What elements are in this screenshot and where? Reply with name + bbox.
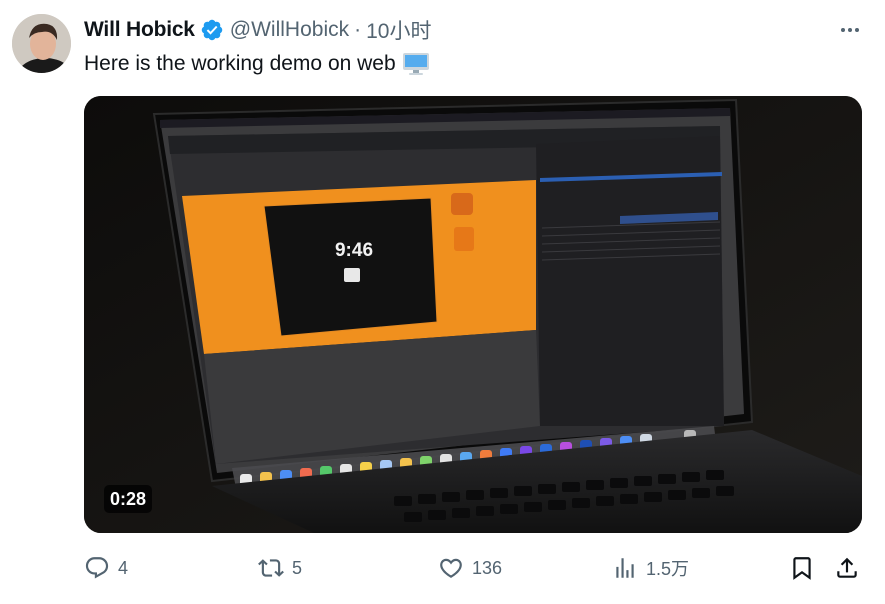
- more-dot-icon: [855, 28, 859, 32]
- share-button[interactable]: [834, 551, 860, 585]
- author-name[interactable]: Will Hobick: [84, 18, 195, 42]
- bookmark-icon: [793, 557, 811, 580]
- post-time[interactable]: 10小时: [366, 15, 431, 45]
- verified-badge-icon[interactable]: [200, 18, 224, 42]
- avatar-photo: [12, 14, 71, 73]
- like-count: 136: [472, 557, 503, 578]
- analytics-icon: [616, 558, 634, 578]
- heart-icon: [440, 558, 462, 578]
- avatar[interactable]: [12, 14, 71, 73]
- action-bar: 4 5 136 1.5万: [84, 551, 862, 585]
- desktop-computer-emoji-icon: [402, 53, 429, 75]
- bookmark-button[interactable]: [789, 551, 815, 585]
- retweet-button[interactable]: 5: [258, 551, 302, 585]
- screen-clock: 9:46: [335, 240, 373, 261]
- video-frame: 9:46: [84, 96, 862, 533]
- video-player[interactable]: 9:46 0:28: [84, 96, 862, 533]
- reply-count: 4: [118, 557, 129, 578]
- tweet-header: Will Hobick @WillHobick · 10小时: [84, 15, 865, 45]
- retweet-count: 5: [292, 557, 303, 578]
- more-dot-icon: [841, 28, 845, 32]
- tweet-text: Here is the working demo on web: [84, 52, 396, 75]
- retweet-icon: [258, 559, 284, 577]
- view-count: 1.5万: [646, 559, 690, 579]
- separator-dot: ·: [354, 18, 362, 41]
- reply-icon: [85, 557, 109, 579]
- views-button[interactable]: 1.5万: [612, 551, 689, 585]
- reply-button[interactable]: 4: [84, 551, 128, 585]
- like-button[interactable]: 136: [438, 551, 502, 585]
- more-dot-icon: [848, 28, 852, 32]
- share-icon: [837, 557, 857, 578]
- more-options-button[interactable]: [835, 16, 865, 44]
- tweet-text-row: Here is the working demo on web: [84, 50, 430, 78]
- video-duration: 0:28: [104, 485, 153, 513]
- author-handle[interactable]: @WillHobick: [230, 18, 349, 42]
